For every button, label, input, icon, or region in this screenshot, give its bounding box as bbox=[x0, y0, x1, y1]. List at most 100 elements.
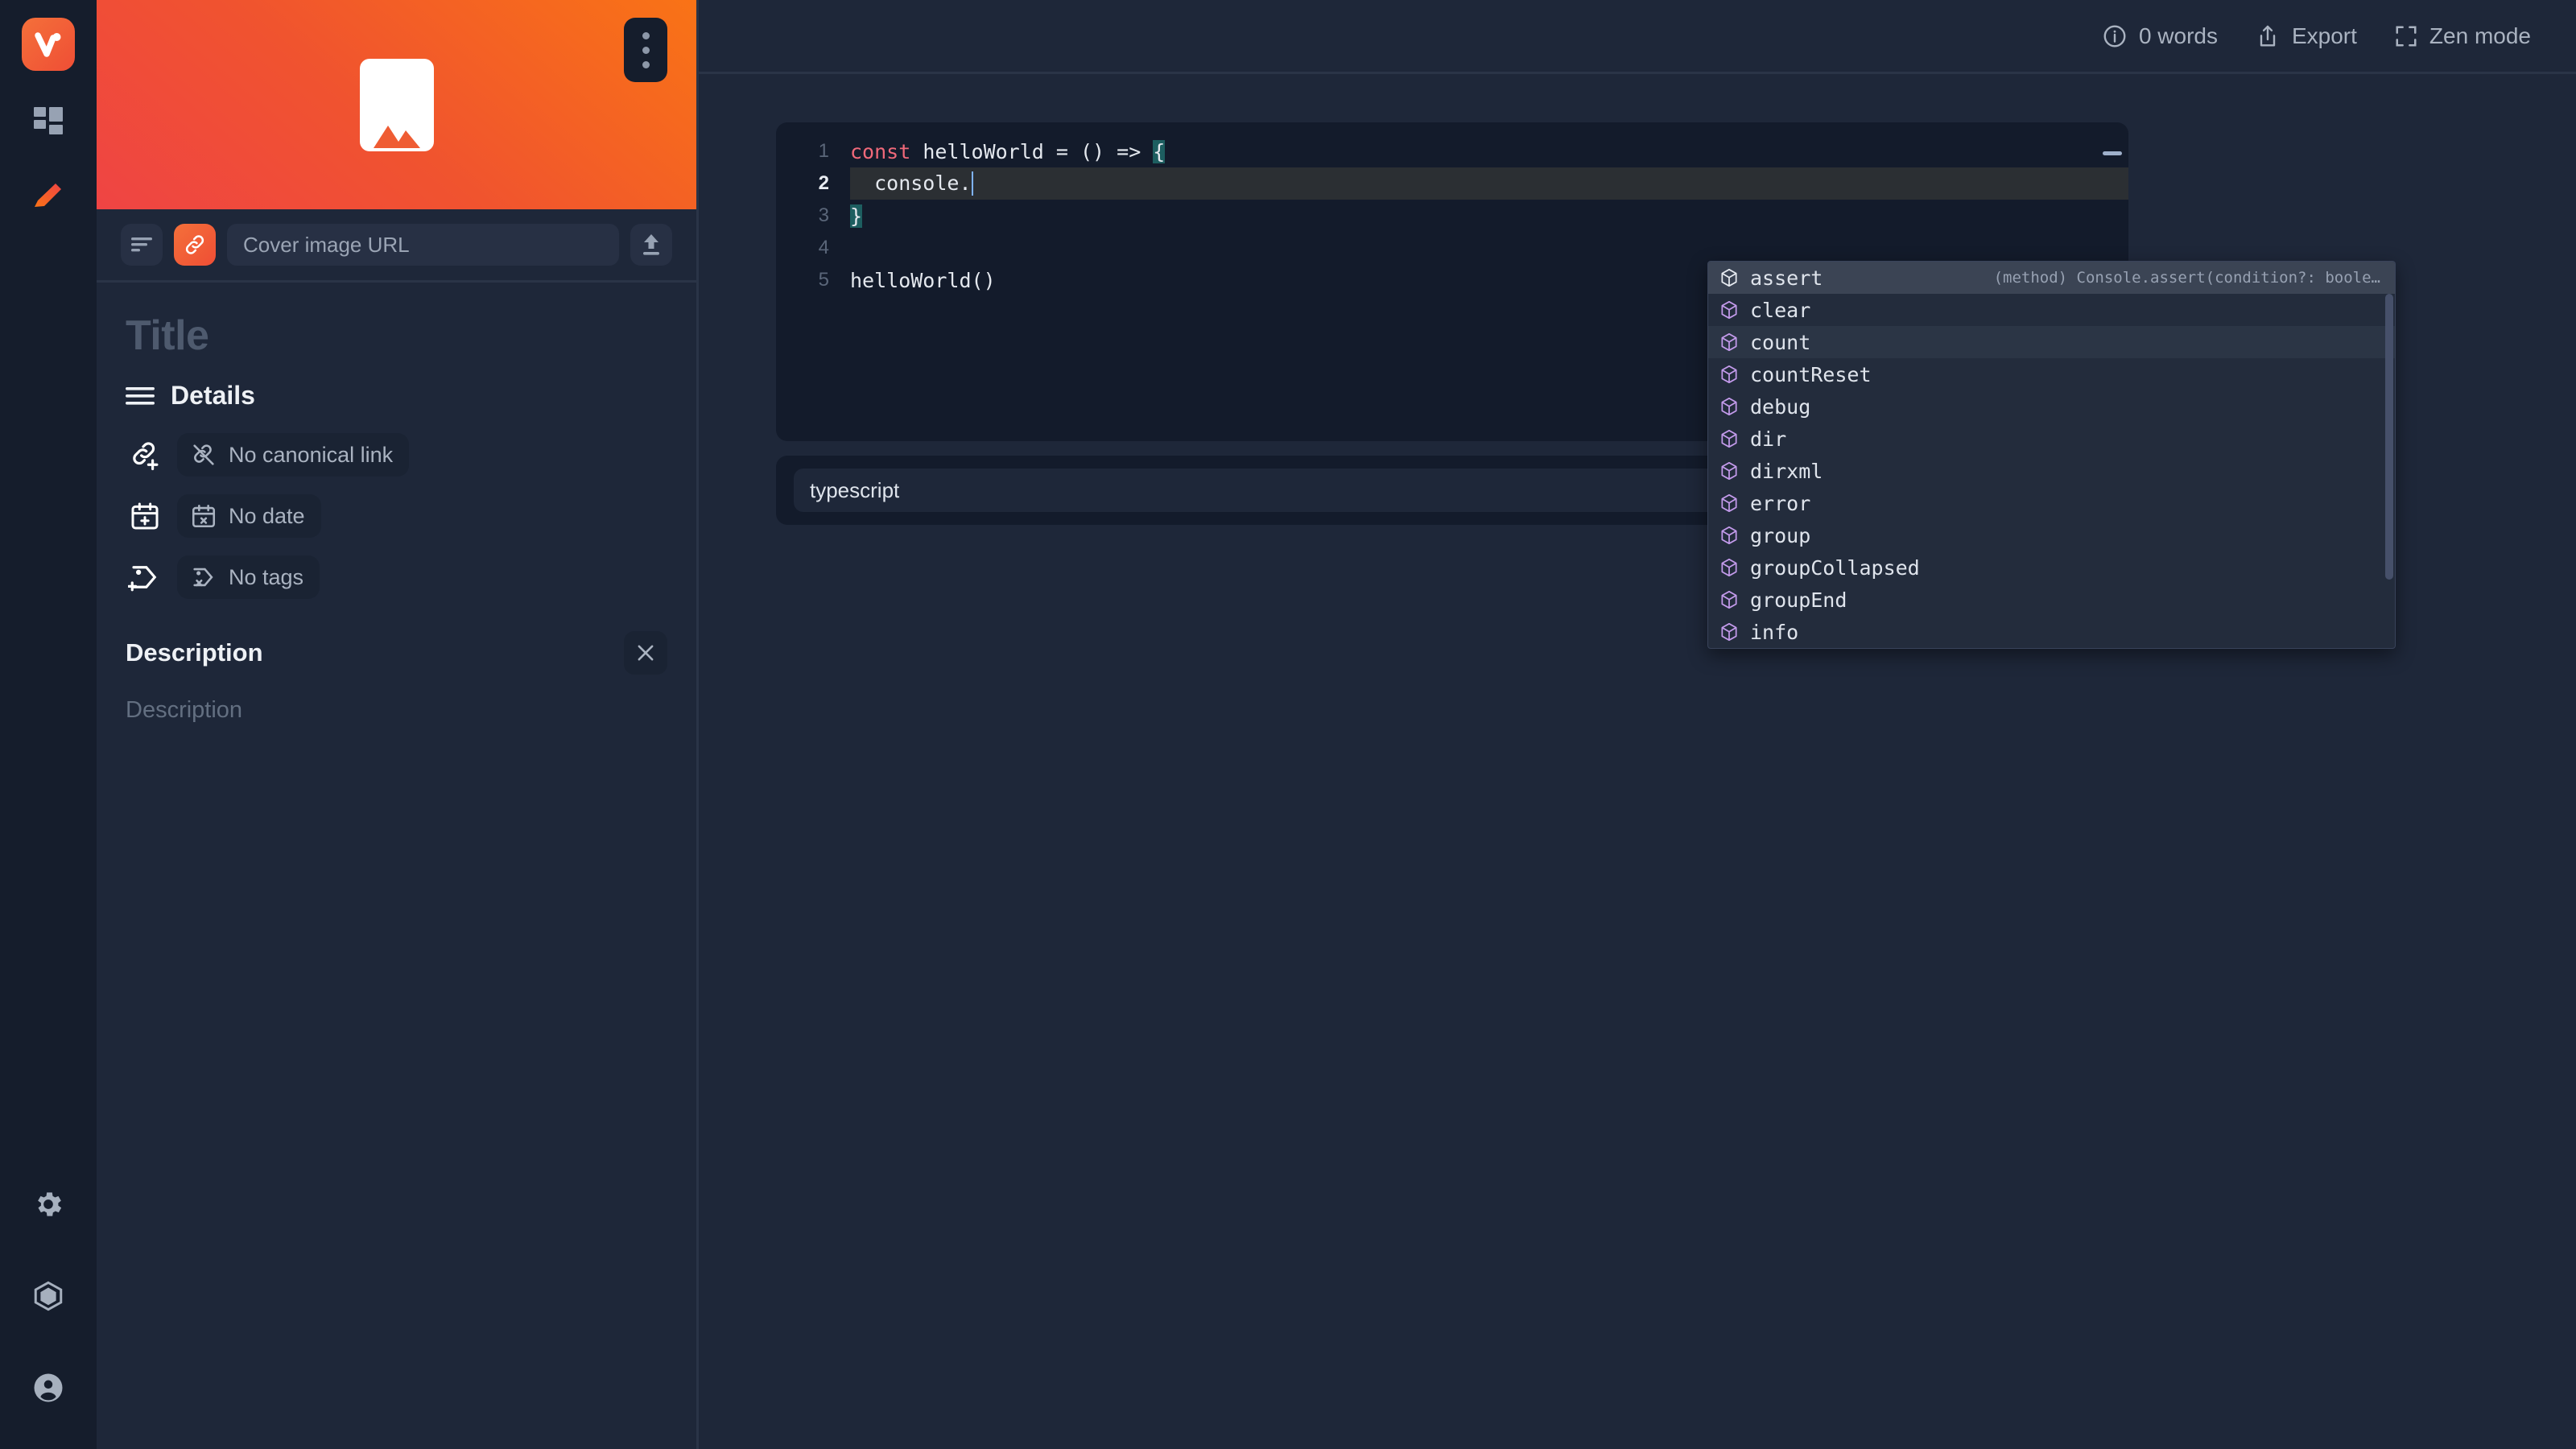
page-title[interactable]: Title bbox=[126, 312, 667, 360]
autocomplete-item[interactable]: groupCollapsed bbox=[1708, 551, 2395, 584]
description-close-button[interactable] bbox=[624, 631, 667, 675]
kebab-dot bbox=[642, 31, 650, 39]
text-align-button[interactable] bbox=[121, 224, 163, 266]
autocomplete-label: dir bbox=[1750, 427, 1787, 451]
tag-add-icon bbox=[128, 566, 157, 592]
code-line[interactable]: 4 bbox=[776, 232, 2128, 264]
line-number: 1 bbox=[818, 140, 829, 162]
close-icon bbox=[638, 645, 654, 661]
code-line[interactable]: 1 const helloWorld = () => { bbox=[776, 135, 2128, 167]
autocomplete-label: groupCollapsed bbox=[1750, 555, 1920, 580]
line-number: 5 bbox=[818, 269, 829, 291]
method-cube-icon bbox=[1721, 300, 1737, 320]
grid-icon bbox=[34, 107, 63, 134]
top-toolbar: 0 words Export Zen mode bbox=[699, 0, 2576, 74]
autocomplete-item[interactable]: dirxml bbox=[1708, 455, 2395, 487]
rail-bottom-group bbox=[23, 1138, 74, 1449]
sidebar-item-editor[interactable] bbox=[23, 171, 74, 222]
autocomplete-item[interactable]: count bbox=[1708, 326, 2395, 358]
active-line-highlight bbox=[850, 167, 2128, 200]
word-count-item[interactable]: 0 words bbox=[2102, 23, 2218, 49]
autocomplete-popup[interactable]: assert (method) Console.assert(condition?… bbox=[1707, 261, 2396, 649]
tag-add-button[interactable] bbox=[126, 558, 164, 597]
autocomplete-label: assert bbox=[1750, 266, 1823, 290]
cover-url-input[interactable] bbox=[227, 224, 619, 266]
autocomplete-item[interactable]: error bbox=[1708, 487, 2395, 519]
date-chip[interactable]: No date bbox=[177, 494, 321, 538]
sidebar-item-settings[interactable] bbox=[23, 1179, 74, 1230]
autocomplete-label: dirxml bbox=[1750, 459, 1823, 483]
method-cube-icon bbox=[1721, 526, 1737, 545]
date-add-button[interactable] bbox=[126, 497, 164, 535]
hexagon-icon bbox=[34, 1281, 63, 1311]
meta-row-date: No date bbox=[126, 494, 667, 538]
code-line[interactable]: 2 console. bbox=[776, 167, 2128, 200]
navigation-rail bbox=[0, 0, 97, 1449]
method-cube-icon bbox=[1721, 493, 1737, 513]
link-icon bbox=[185, 235, 204, 254]
autocomplete-item[interactable]: countReset bbox=[1708, 358, 2395, 390]
export-label: Export bbox=[2291, 23, 2357, 48]
date-label: No date bbox=[229, 503, 305, 528]
autocomplete-item[interactable]: clear bbox=[1708, 294, 2395, 326]
app-root: Title Details bbox=[0, 0, 2576, 1449]
zen-mode-button[interactable]: Zen mode bbox=[2394, 23, 2531, 49]
code-text: helloWorld() bbox=[850, 268, 996, 292]
details-section-header[interactable]: Details bbox=[126, 381, 667, 411]
autocomplete-list: assert (method) Console.assert(condition?… bbox=[1708, 262, 2395, 648]
autocomplete-item[interactable]: debug bbox=[1708, 390, 2395, 423]
sidebar-item-dashboard[interactable] bbox=[23, 95, 74, 147]
info-icon bbox=[2103, 25, 2126, 47]
autocomplete-scrollbar[interactable] bbox=[2385, 294, 2393, 580]
autocomplete-label: clear bbox=[1750, 298, 1811, 322]
line-number: 3 bbox=[818, 204, 829, 226]
image-placeholder-icon bbox=[359, 58, 434, 151]
description-heading: Description bbox=[126, 638, 263, 667]
main-content: 0 words Export Zen mode 1 const helloWor… bbox=[699, 0, 2576, 1449]
method-cube-icon bbox=[1721, 461, 1737, 481]
word-count-label: 0 words bbox=[2138, 23, 2218, 48]
autocomplete-label: info bbox=[1750, 620, 1799, 644]
autocomplete-hint: (method) Console.assert(condition?: bool… bbox=[1993, 269, 2380, 287]
editor-area: 1 const helloWorld = () => { 2 console. 3} 4… bbox=[699, 74, 2576, 1449]
method-cube-icon bbox=[1721, 268, 1737, 287]
tag-off-icon bbox=[193, 568, 213, 587]
calendar-off-icon bbox=[192, 504, 216, 528]
export-icon bbox=[2260, 25, 2276, 47]
method-cube-icon bbox=[1721, 365, 1737, 384]
description-input[interactable]: Description bbox=[126, 697, 667, 724]
text-caret bbox=[971, 171, 973, 196]
text-align-icon bbox=[131, 237, 152, 252]
upload-icon bbox=[643, 234, 659, 255]
tags-chip[interactable]: No tags bbox=[177, 555, 320, 599]
autocomplete-item[interactable]: info bbox=[1708, 616, 2395, 648]
cover-link-button[interactable] bbox=[174, 224, 216, 266]
canonical-link-chip[interactable]: No canonical link bbox=[177, 433, 410, 477]
autocomplete-item[interactable]: assert (method) Console.assert(condition?… bbox=[1708, 262, 2395, 294]
autocomplete-item[interactable]: dir bbox=[1708, 423, 2395, 455]
link-off-icon bbox=[193, 444, 214, 465]
sidebar-item-plugins[interactable] bbox=[23, 1270, 74, 1322]
method-cube-icon bbox=[1721, 622, 1737, 642]
cover-image-area[interactable] bbox=[97, 0, 696, 209]
code-line[interactable]: 3} bbox=[776, 200, 2128, 232]
sidebar-item-account[interactable] bbox=[23, 1362, 74, 1414]
list-lines-icon bbox=[126, 386, 155, 405]
autocomplete-label: debug bbox=[1750, 394, 1811, 419]
kebab-dot bbox=[642, 46, 650, 54]
autocomplete-label: count bbox=[1750, 330, 1811, 354]
gear-icon bbox=[38, 1192, 62, 1216]
description-header: Description bbox=[126, 631, 667, 675]
autocomplete-item[interactable]: groupEnd bbox=[1708, 584, 2395, 616]
link-add-button[interactable] bbox=[126, 436, 164, 474]
autocomplete-label: group bbox=[1750, 523, 1811, 547]
cover-upload-button[interactable] bbox=[630, 224, 672, 266]
autocomplete-item[interactable]: group bbox=[1708, 519, 2395, 551]
zen-mode-label: Zen mode bbox=[2429, 23, 2531, 48]
export-button[interactable]: Export bbox=[2255, 23, 2357, 49]
method-cube-icon bbox=[1721, 397, 1737, 416]
app-logo[interactable] bbox=[22, 18, 75, 71]
code-text: const helloWorld = () => { bbox=[850, 139, 1166, 163]
cover-menu-button[interactable] bbox=[624, 18, 667, 82]
fullscreen-icon bbox=[2396, 26, 2417, 46]
